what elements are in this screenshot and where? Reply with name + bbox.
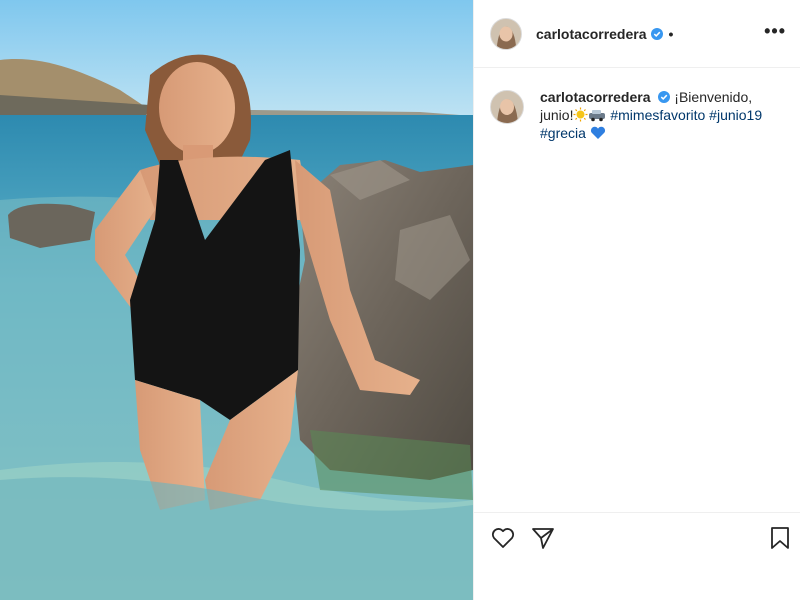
caption-text: carlotacorredera ¡Bienvenido, junio! #mi…: [540, 88, 770, 142]
avatar-image: [491, 91, 523, 123]
post-header: carlotacorredera • •••: [474, 0, 800, 68]
caption: carlotacorredera ¡Bienvenido, junio! #mi…: [474, 68, 800, 142]
more-options-button[interactable]: •••: [764, 22, 786, 42]
paper-plane-icon: [532, 527, 554, 549]
avatar[interactable]: [490, 17, 522, 50]
like-button[interactable]: [490, 525, 516, 551]
hashtag-link[interactable]: #grecia: [540, 125, 586, 141]
post-sidebar: carlotacorredera • ••• carlotacorredera: [473, 0, 800, 600]
beach-photo-illustration: [0, 0, 473, 600]
separator-dot: •: [668, 25, 674, 42]
hashtag-link[interactable]: #mimesfavorito: [610, 107, 705, 123]
caption-avatar[interactable]: [490, 90, 524, 124]
car-emoji-icon: [588, 108, 606, 122]
save-button[interactable]: [767, 525, 793, 551]
bookmark-icon: [771, 526, 789, 549]
blue-heart-emoji-icon: [590, 126, 606, 140]
sun-emoji-icon: [573, 107, 588, 122]
caption-username[interactable]: carlotacorredera: [540, 89, 651, 105]
instagram-post: carlotacorredera • ••• carlotacorredera: [0, 0, 800, 600]
avatar-image: [491, 18, 521, 49]
verified-badge-icon: [650, 27, 663, 40]
post-photo[interactable]: [0, 0, 473, 600]
heart-icon: [491, 527, 515, 548]
hashtag-link[interactable]: #junio19: [709, 107, 762, 123]
username[interactable]: carlotacorredera: [536, 26, 647, 42]
verified-badge-icon: [658, 91, 671, 103]
share-button[interactable]: [530, 525, 556, 551]
post-actions-bar: [474, 512, 800, 562]
